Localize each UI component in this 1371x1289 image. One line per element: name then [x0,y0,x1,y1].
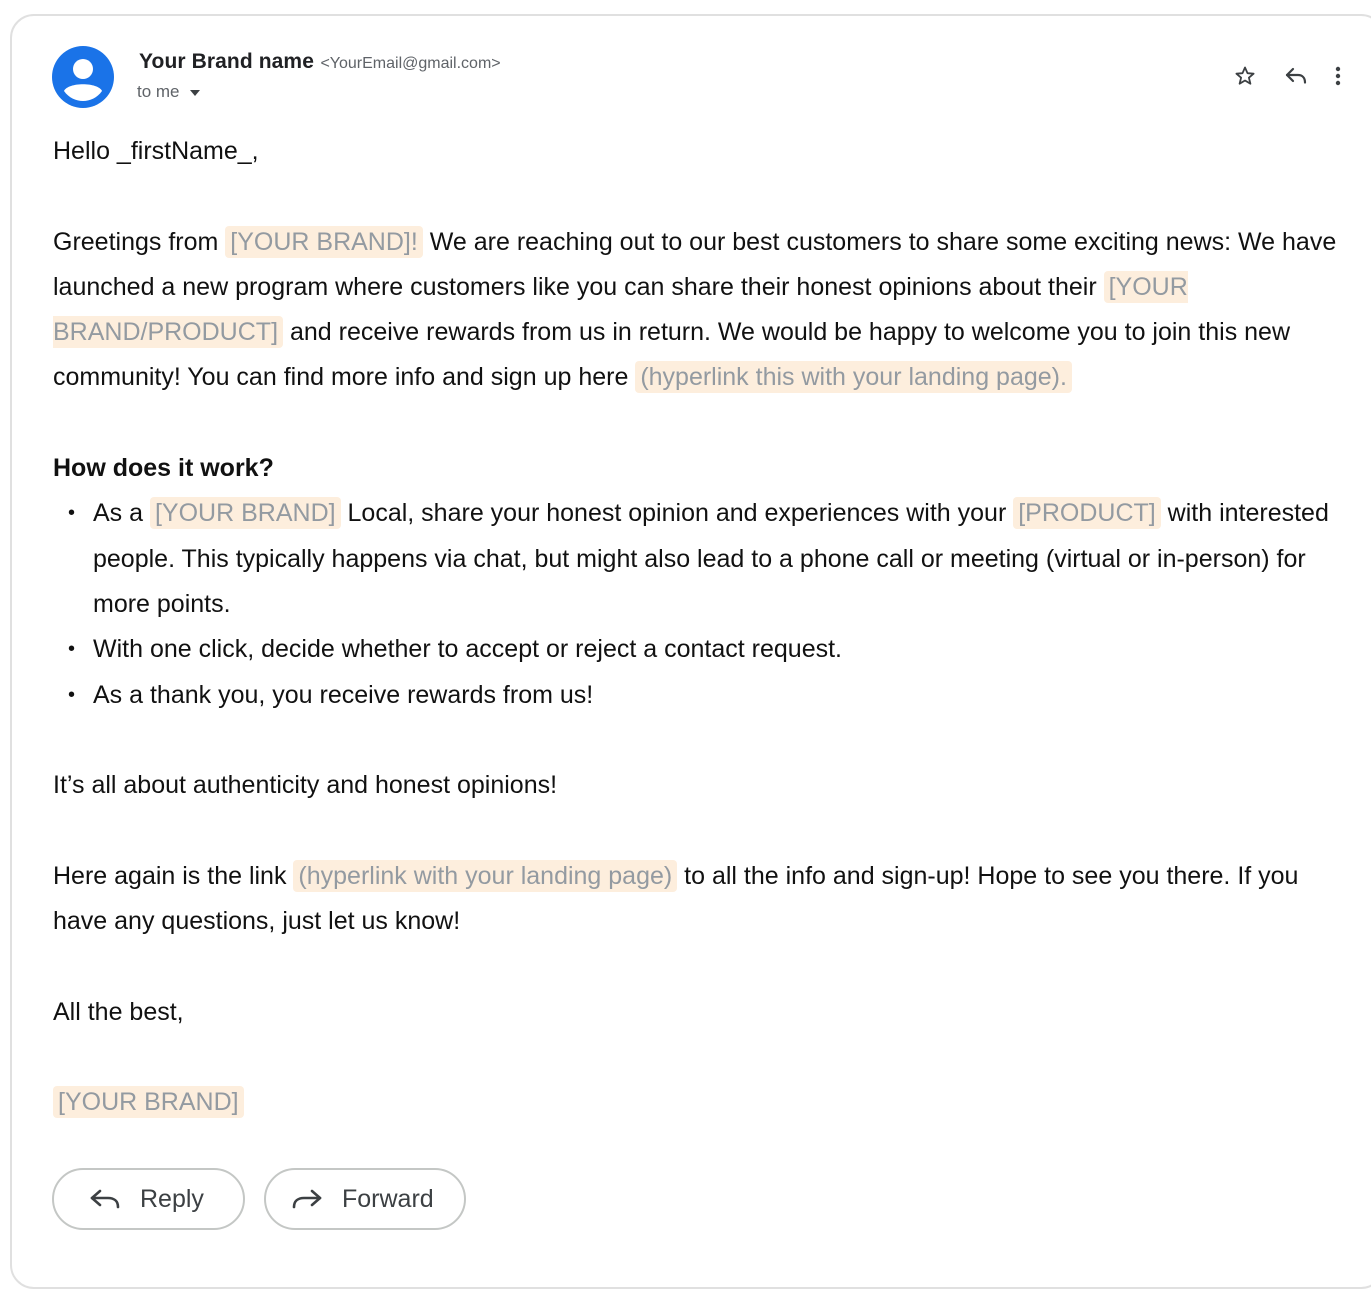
closing-paragraph: Here again is the link (hyperlink with y… [53,854,1343,945]
placeholder-product: [PRODUCT] [1013,497,1161,530]
more-vert-icon [1335,66,1341,86]
list-item: As a thank you, you receive rewards from… [68,673,1343,719]
reply-header-button[interactable] [1280,60,1312,92]
signature-line: [YOUR BRAND] [53,1080,1343,1125]
person-icon [52,46,114,108]
placeholder-brand: [YOUR BRAND] [149,497,341,530]
more-options-button[interactable] [1322,60,1354,92]
placeholder-landing-link[interactable]: (hyperlink with your landing page) [293,859,678,892]
how-list: As a [YOUR BRAND] Local, share your hone… [53,491,1343,719]
bullet-text: As a [93,499,150,528]
star-icon [1235,66,1255,85]
sender-line: Your Brand name <YourEmail@gmail.com> [139,50,501,74]
forward-icon [292,1189,322,1209]
star-button[interactable] [1229,60,1261,92]
greeting: Hello _firstName_, [53,137,259,165]
signoff: All the best, [53,997,184,1026]
list-item: As a [YOUR BRAND] Local, share your hone… [68,491,1343,627]
reply-button[interactable]: Reply [52,1168,245,1230]
chevron-down-icon [189,90,200,96]
placeholder-brand: [YOUR BRAND]! [225,225,423,258]
placeholder-signature-brand: [YOUR BRAND] [53,1086,244,1119]
closing-text-1: Here again is the link [53,861,294,890]
sender-avatar[interactable] [52,46,114,108]
reply-button-label: Reply [140,1184,204,1213]
message-body: Hello _firstName_, Greetings from [YOUR … [53,129,1343,1126]
recipient-label: to me [137,82,180,101]
reply-icon [1285,67,1307,84]
bullet-text: Local, share your honest opinion and exp… [340,499,1014,528]
placeholder-landing-link[interactable]: (hyperlink this with your landing page). [635,361,1072,394]
recipient-details-toggle[interactable]: to me [137,82,200,102]
reply-icon [90,1189,120,1209]
how-heading: How does it work? [53,454,274,483]
intro-paragraph: Greetings from [YOUR BRAND]! We are reac… [53,220,1343,401]
sender-name[interactable]: Your Brand name [139,50,314,73]
authenticity-line: It’s all about authenticity and honest o… [53,771,558,800]
intro-text-1: Greetings from [53,227,226,256]
forward-button-label: Forward [342,1184,434,1213]
list-item: With one click, decide whether to accept… [68,627,1343,673]
forward-button[interactable]: Forward [264,1168,466,1230]
sender-email: <YourEmail@gmail.com> [320,55,501,72]
